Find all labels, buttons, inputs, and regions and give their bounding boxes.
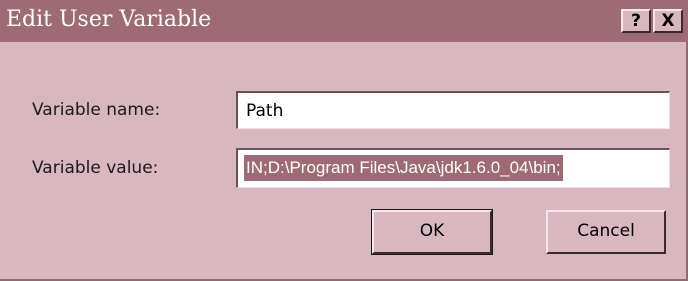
variable-value-label: Variable value:	[32, 158, 159, 178]
help-button[interactable]: ?	[621, 9, 651, 33]
window-title: Edit User Variable	[6, 7, 212, 32]
ok-button[interactable]: OK	[371, 209, 493, 255]
edit-user-variable-dialog: Edit User Variable ? X Variable name: Va…	[0, 0, 688, 281]
variable-name-input[interactable]	[236, 91, 670, 129]
variable-value-selected-text: IN;D:\Program Files\Java\jdk1.6.0_04\bin…	[244, 155, 563, 181]
variable-value-input[interactable]: IN;D:\Program Files\Java\jdk1.6.0_04\bin…	[236, 148, 670, 188]
title-bar[interactable]: Edit User Variable ? X	[0, 0, 688, 42]
cancel-button[interactable]: Cancel	[546, 210, 666, 254]
close-button[interactable]: X	[653, 9, 683, 33]
variable-name-label: Variable name:	[32, 100, 161, 120]
